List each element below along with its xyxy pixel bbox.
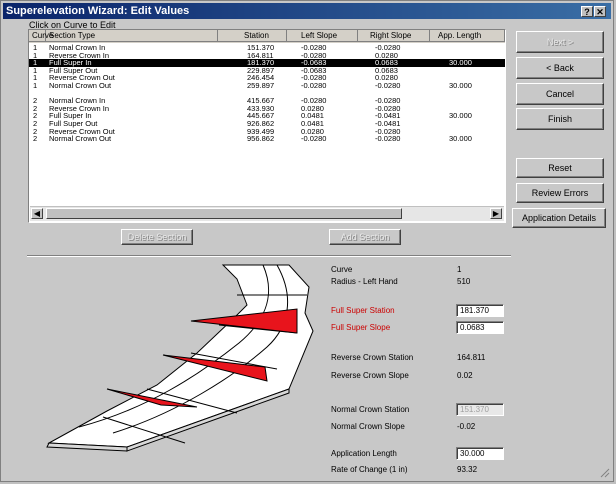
superelevation-window: Superelevation Wizard: Edit Values ? ✕ C… (0, 0, 614, 482)
list-header: Curve Section Type Station Left Slope Ri… (29, 30, 505, 43)
full-super-slope-input[interactable]: 0.0683 (456, 321, 504, 334)
reverse-crown-station-value: 164.811 (457, 353, 486, 362)
cell-type: Normal Crown Out (49, 134, 112, 144)
reverse-crown-slope-value: 0.02 (457, 371, 473, 380)
cancel-button[interactable]: Cancel (516, 83, 604, 105)
cell-curve: 2 (33, 134, 38, 144)
reverse-crown-station-label: Reverse Crown Station (331, 353, 414, 362)
table-row[interactable]: 2 Normal Crown Out 956.862 -0.0280 -0.0280 30… (29, 135, 505, 143)
col-header-left-slope[interactable]: Left Slope (287, 30, 358, 42)
col-header-right-slope[interactable]: Right Slope (358, 30, 430, 42)
rate-of-change-value: 93.32 (457, 465, 478, 474)
finish-button[interactable]: Finish (516, 108, 604, 130)
cell-app: 30.000 (449, 134, 472, 144)
radius-value: 510 (457, 277, 471, 286)
resize-grip-icon[interactable] (598, 466, 610, 478)
back-button[interactable]: < Back (516, 57, 604, 79)
scroll-thumb[interactable] (46, 208, 402, 219)
cell-right: -0.0280 (375, 134, 401, 144)
application-length-label: Application Length (331, 449, 397, 458)
col-header-section-type[interactable]: Section Type (46, 30, 218, 42)
radius-label: Radius - Left Hand (331, 277, 398, 286)
col-header-station[interactable]: Station (218, 30, 287, 42)
section-list[interactable]: Curve Section Type Station Left Slope Ri… (28, 29, 506, 223)
help-button[interactable]: ? (581, 6, 593, 17)
delete-section-button[interactable]: Delete Section (121, 229, 193, 245)
horizontal-scrollbar[interactable]: ◀ ▶ (30, 206, 504, 221)
cell-station: 956.862 (247, 134, 275, 144)
close-button[interactable]: ✕ (594, 6, 606, 17)
title-bar: Superelevation Wizard: Edit Values ? ✕ (3, 3, 611, 19)
normal-crown-station-input[interactable]: 151.370 (456, 403, 504, 416)
curve-label: Curve (331, 265, 353, 274)
normal-crown-station-label: Normal Crown Station (331, 405, 410, 414)
full-super-slope-label: Full Super Slope (331, 323, 391, 332)
next-button[interactable]: Next > (516, 31, 604, 53)
reset-button[interactable]: Reset (516, 158, 604, 178)
application-details-button[interactable]: Application Details (512, 208, 606, 228)
full-super-station-input[interactable]: 181.370 (456, 304, 504, 317)
col-header-curve[interactable]: Curve (29, 30, 53, 42)
reverse-crown-slope-label: Reverse Crown Slope (331, 371, 409, 380)
normal-crown-slope-value: -0.02 (457, 422, 476, 431)
scroll-right-icon[interactable]: ▶ (490, 208, 502, 219)
cell-left: -0.0280 (301, 134, 327, 144)
curve-value: 1 (457, 265, 462, 274)
full-super-station-label: Full Super Station (331, 306, 395, 315)
col-header-app-length[interactable]: App. Length (430, 30, 505, 42)
window-title: Superelevation Wizard: Edit Values (6, 5, 190, 17)
superelevation-3d-drawing (46, 264, 314, 452)
add-section-button[interactable]: Add Section (329, 229, 401, 245)
review-errors-button[interactable]: Review Errors (516, 183, 604, 203)
application-length-input[interactable]: 30.000 (456, 447, 504, 460)
normal-crown-slope-label: Normal Crown Slope (331, 422, 405, 431)
scroll-left-icon[interactable]: ◀ (31, 208, 43, 219)
rate-of-change-label: Rate of Change (1 in) (331, 465, 408, 474)
